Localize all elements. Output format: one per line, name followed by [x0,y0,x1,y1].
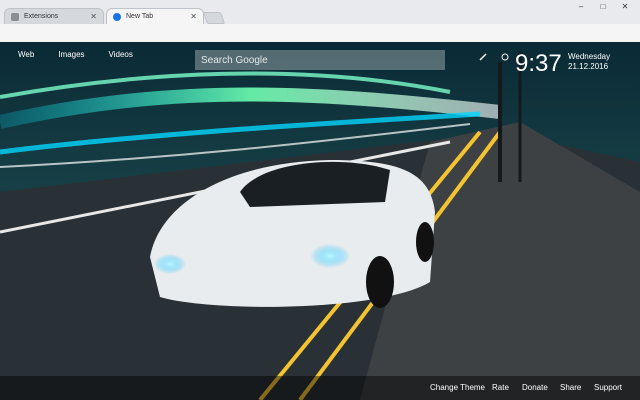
minimize-icon[interactable]: – [572,0,590,12]
close-icon[interactable]: ✕ [616,0,634,12]
footer-bar: Change Theme Rate Donate Share Support [0,376,640,400]
videos-link[interactable]: Videos [109,50,133,59]
tab-label: New Tab [126,13,154,20]
link-icon[interactable] [478,52,488,62]
share-link[interactable]: Share [560,383,581,392]
car-wallpaper [0,42,640,400]
rate-link[interactable]: Rate [492,383,509,392]
date-label: 21.12.2016 [568,62,609,71]
browser-tab-strip: Extensions ✕ New Tab ✕ – □ ✕ [0,0,640,24]
change-theme-link[interactable]: Change Theme [430,383,485,392]
close-icon[interactable]: ✕ [190,12,197,21]
weather-icon[interactable] [500,52,510,62]
tab-extensions[interactable]: Extensions ✕ [4,8,104,24]
close-icon[interactable]: ✕ [90,12,97,21]
clock-time: 9:37 [515,50,562,77]
clock-date: Wednesday 21.12.2016 [568,52,610,72]
maximize-icon[interactable]: □ [594,0,612,12]
images-link[interactable]: Images [58,50,84,59]
tab-new-tab[interactable]: New Tab ✕ [106,8,204,24]
donate-link[interactable]: Donate [522,383,548,392]
search-placeholder: Search Google [201,54,268,66]
top-links: Web Images Videos [18,50,133,59]
support-link[interactable]: Support [594,383,622,392]
tab-label: Extensions [24,13,59,20]
new-tab-icon [113,12,121,21]
day-label: Wednesday [568,52,611,61]
search-input[interactable]: Search Google [195,50,445,70]
new-tab-button[interactable] [202,12,226,24]
web-link[interactable]: Web [18,50,34,59]
address-toolbar: ← → ↻ ⌂ ⌕ ▬ ⋮ [0,24,640,64]
puzzle-icon [11,12,19,21]
new-tab-page: Web Images Videos Search Google 9:37 Wed… [0,42,640,400]
